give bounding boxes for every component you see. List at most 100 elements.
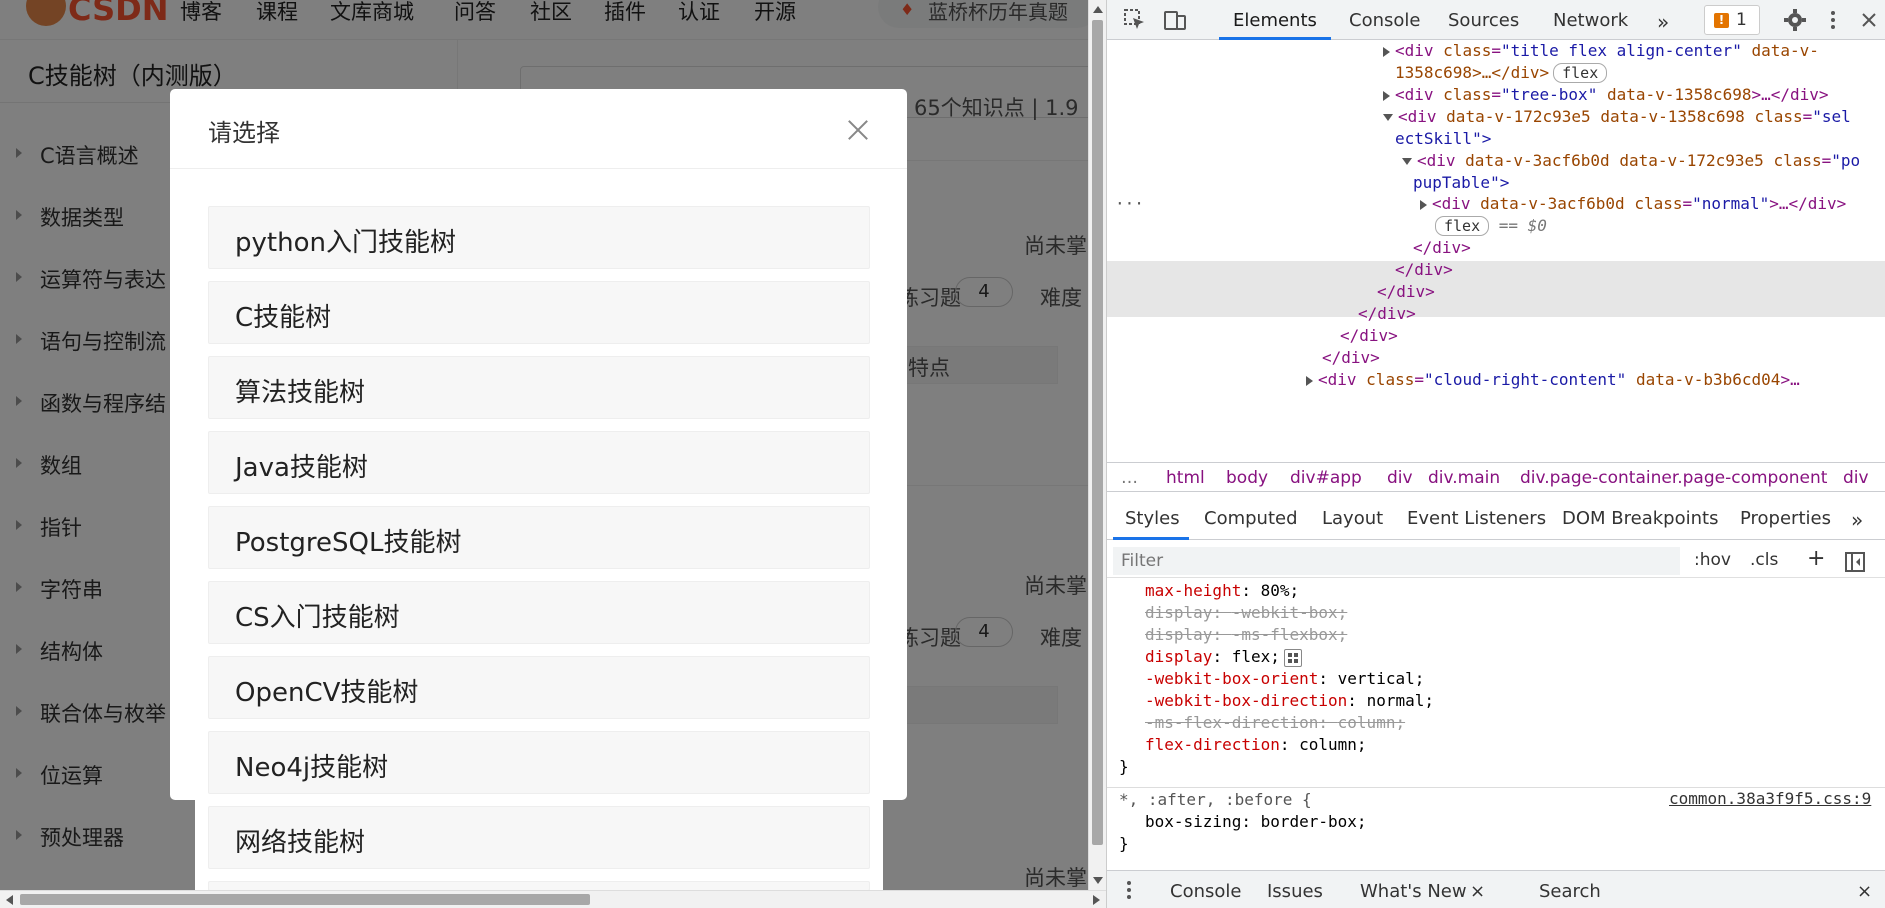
css-declaration-overridden[interactable]: display: -webkit-box;: [1145, 602, 1347, 624]
inspect-element-icon[interactable]: [1123, 8, 1147, 32]
tab-styles[interactable]: Styles: [1125, 508, 1180, 529]
breadcrumb-div[interactable]: div: [1843, 468, 1869, 488]
warning-icon: !: [1714, 13, 1729, 28]
tab-dom-breakpoints[interactable]: DOM Breakpoints: [1562, 508, 1718, 529]
stylesheet-source-link[interactable]: common.38a3f9f5.css:9: [1669, 789, 1871, 808]
dom-close-tag: </div>: [1413, 238, 1471, 257]
breadcrumb-main[interactable]: div.main: [1428, 468, 1500, 488]
tab-computed[interactable]: Computed: [1204, 508, 1298, 529]
css-declaration[interactable]: box-sizing: border-box;: [1145, 811, 1367, 833]
add-rule-icon[interactable]: +: [1807, 546, 1825, 571]
settings-gear-icon[interactable]: [1783, 8, 1807, 32]
styles-panel-tabs: Styles Computed Layout Event Listeners D…: [1107, 500, 1885, 540]
rule-divider: [1107, 787, 1885, 788]
dom-tree: ··· <div class="title flex align-center"…: [1107, 40, 1885, 460]
drawer-tab-search[interactable]: Search: [1539, 881, 1601, 902]
css-declaration[interactable]: display: flex;: [1145, 646, 1302, 668]
dom-node-cont: ectSkill">: [1395, 129, 1492, 148]
option-c[interactable]: C技能树: [208, 281, 870, 344]
tab-properties[interactable]: Properties: [1740, 508, 1831, 529]
tab-elements[interactable]: Elements: [1233, 10, 1317, 31]
dom-node-cont: flex == $0: [1431, 215, 1547, 237]
class-toggle-button[interactable]: .cls: [1750, 550, 1778, 570]
scroll-right-icon[interactable]: [1093, 895, 1100, 905]
close-devtools-icon[interactable]: [1857, 8, 1881, 32]
dom-close-tag: </div>: [1395, 260, 1453, 279]
dom-node[interactable]: <div data-v-3acf6b0d data-v-172c93e5 cla…: [1402, 150, 1860, 172]
toggle-sidebar-icon[interactable]: [1845, 552, 1865, 572]
breadcrumb-div[interactable]: div: [1387, 468, 1413, 488]
tab-sources[interactable]: Sources: [1448, 10, 1519, 31]
universal-selector[interactable]: *, :after, :before {: [1119, 789, 1312, 811]
option-opencv[interactable]: OpenCV技能树: [208, 656, 870, 719]
ellipsis-icon[interactable]: ···: [1115, 193, 1144, 215]
scroll-left-icon[interactable]: [6, 895, 13, 905]
drawer-tab-issues[interactable]: Issues: [1267, 881, 1323, 902]
hover-state-button[interactable]: :hov: [1694, 550, 1731, 570]
tab-layout[interactable]: Layout: [1322, 508, 1383, 529]
dom-node[interactable]: <div class="cloud-right-content" data-v-…: [1306, 369, 1800, 391]
css-declaration[interactable]: flex-direction: column;: [1145, 734, 1367, 756]
close-icon[interactable]: ×: [1470, 881, 1485, 902]
dom-node-cont: pupTable">: [1413, 173, 1510, 192]
dom-close-tag: </div>: [1377, 282, 1435, 301]
breadcrumb-app[interactable]: div#app: [1290, 468, 1362, 488]
option-algorithm[interactable]: 算法技能树: [208, 356, 870, 419]
tab-event-listeners[interactable]: Event Listeners: [1407, 508, 1546, 529]
styles-filter-input[interactable]: [1113, 547, 1680, 575]
web-page: CSDN 博客 课程 文库商城 问答 社区 插件 认证 开源 ♦ 蓝桥杯历年真题…: [0, 0, 1088, 908]
breadcrumb-html[interactable]: html: [1166, 468, 1205, 488]
option-cs-intro[interactable]: CS入门技能树: [208, 581, 870, 644]
dom-breadcrumbs: … html body div#app div div.main div.pag…: [1107, 462, 1885, 492]
scroll-up-icon[interactable]: [1093, 6, 1103, 13]
scroll-thumb[interactable]: [20, 894, 590, 905]
scroll-down-icon[interactable]: [1093, 877, 1103, 884]
css-declaration-overridden[interactable]: -ms-flex-direction: column;: [1145, 712, 1405, 734]
css-declaration[interactable]: -webkit-box-direction: normal;: [1145, 690, 1434, 712]
dom-node[interactable]: <div class="tree-box" data-v-1358c698>…<…: [1383, 84, 1829, 106]
close-icon[interactable]: [843, 115, 873, 145]
option-network[interactable]: 网络技能树: [208, 806, 870, 869]
dom-close-tag: </div>: [1358, 304, 1416, 323]
page-vertical-scrollbar[interactable]: [1088, 0, 1106, 890]
breadcrumb-body[interactable]: body: [1226, 468, 1268, 488]
styles-filter-bar: :hov .cls +: [1107, 544, 1885, 578]
device-toolbar-icon[interactable]: [1163, 8, 1187, 32]
drawer-tab-console[interactable]: Console: [1170, 881, 1241, 902]
dom-node[interactable]: <div data-v-172c93e5 data-v-1358c698 cla…: [1383, 106, 1851, 128]
rule-close-brace: }: [1119, 757, 1129, 776]
css-declaration[interactable]: max-height: 80%;: [1145, 580, 1299, 602]
breadcrumb-more[interactable]: …: [1121, 468, 1138, 488]
tab-network[interactable]: Network: [1553, 10, 1628, 31]
dom-node-selected[interactable]: <div data-v-3acf6b0d class="normal">…</d…: [1420, 193, 1846, 215]
css-declaration-overridden[interactable]: display: -ms-flexbox;: [1145, 624, 1347, 646]
devtools-tabbar: Elements Console Sources Network » ! 1: [1107, 0, 1885, 40]
dom-node-cont: 1358c698>…</div> flex: [1395, 62, 1608, 84]
drawer-tab-whats-new[interactable]: What's New: [1360, 881, 1467, 902]
close-drawer-icon[interactable]: ×: [1857, 881, 1872, 902]
option-postgresql[interactable]: PostgreSQL技能树: [208, 506, 870, 569]
devtools-panel: Elements Console Sources Network » ! 1 ·…: [1106, 0, 1885, 908]
option-java[interactable]: Java技能树: [208, 431, 870, 494]
more-tabs-icon[interactable]: »: [1657, 10, 1669, 34]
flexbox-editor-icon[interactable]: [1283, 648, 1302, 667]
breadcrumb-page-container[interactable]: div.page-container.page-component: [1520, 468, 1827, 488]
rule-close-brace: }: [1119, 834, 1129, 853]
tab-console[interactable]: Console: [1349, 10, 1420, 31]
scroll-thumb[interactable]: [1092, 20, 1103, 845]
page-horizontal-scrollbar[interactable]: [0, 890, 1106, 908]
more-tabs-icon[interactable]: »: [1851, 508, 1863, 532]
dom-node[interactable]: <div class="title flex align-center" dat…: [1383, 40, 1819, 62]
dialog-header-divider: [170, 168, 907, 169]
css-rules: max-height: 80%; display: -webkit-box; d…: [1107, 580, 1885, 870]
kebab-menu-icon[interactable]: [1821, 8, 1845, 32]
css-declaration[interactable]: -webkit-box-orient: vertical;: [1145, 668, 1424, 690]
dom-close-tag: </div>: [1322, 348, 1380, 367]
dom-close-tag: </div>: [1340, 326, 1398, 345]
issues-counter[interactable]: ! 1: [1704, 5, 1760, 35]
dialog-title: 请选择: [208, 119, 280, 147]
drawer-menu-icon[interactable]: [1127, 881, 1131, 899]
option-neo4j[interactable]: Neo4j技能树: [208, 731, 870, 794]
option-python[interactable]: python入门技能树: [208, 206, 870, 269]
selected-node-highlight: [1107, 261, 1885, 317]
